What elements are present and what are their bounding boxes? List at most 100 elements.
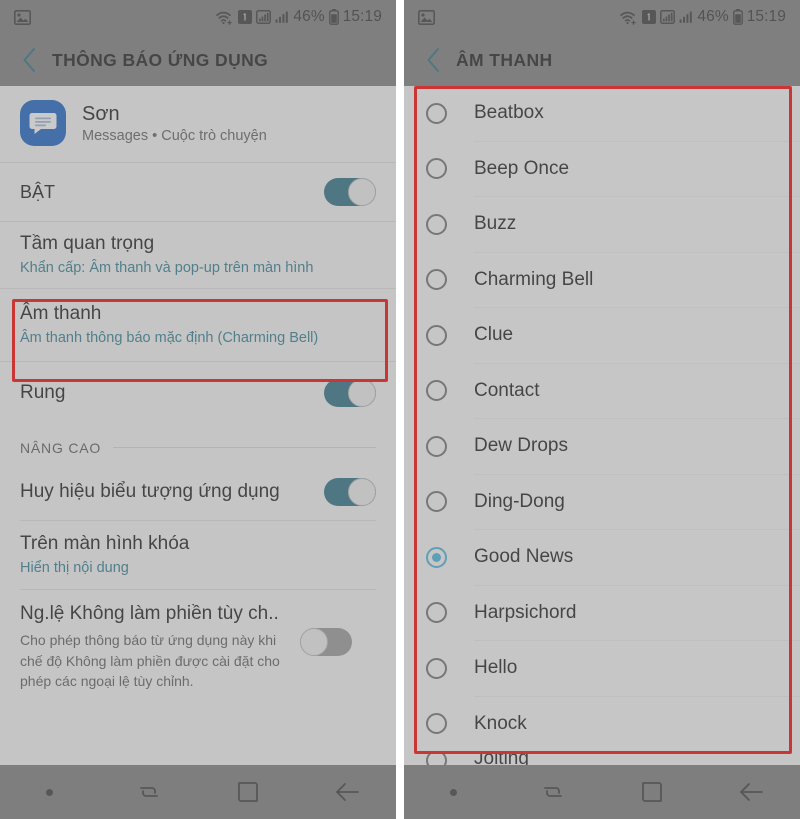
importance-row-texts: Tầm quan trọng Khẩn cấp: Âm thanh và pop… (20, 222, 376, 288)
sim-1-icon (642, 10, 657, 24)
left-phone-screen: 46% 15:19 THÔNG BÁO ỨNG DỤNG Sơn Message… (0, 0, 396, 819)
status-bar-right-left-icons (418, 9, 435, 25)
app-header-row[interactable]: Sơn Messages • Cuộc trò chuyện (0, 86, 396, 162)
vibrate-row-title: Rung (20, 381, 66, 403)
importance-row-subtitle: Khẩn cấp: Âm thanh và pop-up trên màn hì… (20, 259, 314, 276)
status-bar-left: 46% 15:19 (0, 0, 396, 34)
nav-recents[interactable] (99, 765, 198, 819)
sound-item-label: Beep Once (474, 157, 570, 179)
nav-back[interactable] (701, 765, 800, 819)
right-phone-screen: 46% 15:19 ÂM THANH Beatbox Beep Once Buz… (404, 0, 800, 819)
sound-item[interactable]: Ding-Dong (404, 475, 800, 530)
radio-icon[interactable] (426, 491, 447, 513)
dot-icon (46, 788, 53, 796)
nav-home[interactable] (602, 765, 701, 819)
app-icon-badge-texts: Huy hiệu biểu tượng ứng dụng (20, 470, 324, 514)
messages-app-icon (20, 100, 66, 146)
left-content: Sơn Messages • Cuộc trò chuyện BẬT Tầm q… (0, 86, 396, 819)
nav-back[interactable] (297, 765, 396, 819)
sound-row-subtitle: Âm thanh thông báo mặc định (Charming Be… (20, 329, 319, 346)
wifi-icon (215, 10, 234, 25)
nav-home[interactable] (198, 765, 297, 819)
screens-gap (396, 0, 404, 819)
image-icon (14, 9, 31, 25)
home-square-icon (237, 781, 259, 803)
advanced-section-header: NÂNG CAO (0, 424, 396, 464)
status-bar-right: 46% 15:19 (404, 0, 800, 34)
enable-row[interactable]: BẬT (0, 163, 396, 221)
radio-icon[interactable] (426, 269, 447, 291)
radio-icon[interactable] (426, 102, 447, 124)
radio-icon[interactable] (426, 713, 447, 735)
toggle-knob (348, 477, 376, 506)
sound-item[interactable]: Beatbox (404, 86, 800, 141)
chevron-left-icon[interactable] (12, 43, 46, 77)
battery-icon (328, 9, 339, 25)
app-icon-badge-toggle[interactable] (324, 477, 376, 506)
sound-item[interactable]: Clue (404, 308, 800, 363)
app-icon-badge-row[interactable]: Huy hiệu biểu tượng ứng dụng (0, 464, 396, 520)
sound-item[interactable]: Charming Bell (404, 253, 800, 308)
radio-icon[interactable] (426, 602, 447, 624)
sound-item-label: Knock (474, 712, 527, 734)
sound-list: Beatbox Beep Once Buzz Charming Bell Clue Con… (404, 86, 800, 751)
nav-bar-left (0, 765, 396, 819)
dnd-exception-subtitle: Cho phép thông báo từ ứng dụng này khi c… (20, 632, 280, 689)
radio-icon[interactable] (426, 380, 447, 402)
lock-screen-texts: Trên màn hình khóa Hiển thị nội dung (20, 522, 376, 588)
sound-item-label: Harpsichord (474, 601, 577, 623)
sound-row-texts: Âm thanh Âm thanh thông báo mặc định (Ch… (20, 292, 376, 358)
importance-row[interactable]: Tầm quan trọng Khẩn cấp: Âm thanh và pop… (0, 222, 396, 288)
sound-item[interactable]: Knock (404, 697, 800, 752)
dnd-exception-toggle[interactable] (300, 627, 352, 656)
image-icon (418, 9, 435, 25)
toggle-knob (348, 178, 376, 206)
clock-label: 15:19 (342, 8, 382, 25)
radio-icon[interactable] (426, 435, 447, 457)
dnd-exception-row[interactable]: Ng.lệ Không làm phiền tùy ch.. Cho phép … (0, 590, 396, 692)
vibrate-toggle[interactable] (324, 378, 376, 407)
radio-icon[interactable] (426, 324, 447, 346)
importance-row-title: Tầm quan trọng (20, 233, 155, 254)
battery-percent-label: 46% (697, 8, 729, 25)
sound-item[interactable]: Contact (404, 364, 800, 419)
sound-item[interactable]: Buzz (404, 197, 800, 252)
sound-item[interactable]: Hello (404, 641, 800, 696)
dnd-exception-title: Ng.lệ Không làm phiền tùy ch.. (20, 602, 279, 624)
nav-dot[interactable] (404, 765, 503, 819)
sound-item[interactable]: Harpsichord (404, 586, 800, 641)
lock-screen-subtitle: Hiển thị nội dung (20, 559, 129, 576)
battery-icon (732, 9, 743, 25)
signal-bars-boxed-icon (256, 10, 272, 24)
radio-icon[interactable] (426, 657, 447, 679)
sound-item-label: Ding-Dong (474, 490, 565, 512)
nav-recents[interactable] (503, 765, 602, 819)
signal-bars-icon (679, 10, 693, 24)
radio-icon[interactable] (426, 213, 447, 235)
sound-row[interactable]: Âm thanh Âm thanh thông báo mặc định (Ch… (0, 289, 396, 361)
sound-item[interactable]: Good News (404, 530, 800, 585)
status-bar-left-icons (14, 9, 31, 25)
sound-item-label: Contact (474, 379, 540, 401)
radio-icon[interactable] (426, 158, 447, 180)
wifi-icon (619, 10, 638, 25)
status-bar-right-icons: 46% 15:19 (215, 8, 382, 26)
vibrate-row[interactable]: Rung (0, 362, 396, 424)
arrow-left-icon (738, 781, 764, 803)
dnd-exception-texts: Ng.lệ Không làm phiền tùy ch.. Cho phép … (20, 602, 300, 692)
app-subtitle-label: Messages • Cuộc trò chuyện (82, 127, 267, 144)
section-divider-line (113, 447, 376, 449)
radio-selected-icon[interactable] (426, 546, 447, 568)
sound-list-container: Beatbox Beep Once Buzz Charming Bell Clue Con… (404, 86, 800, 819)
sound-item[interactable]: Beep Once (404, 142, 800, 197)
sound-item[interactable]: Dew Drops (404, 419, 800, 474)
signal-bars-boxed-icon (660, 10, 676, 24)
advanced-section-label: NÂNG CAO (20, 439, 102, 456)
enable-toggle[interactable] (324, 178, 376, 206)
screenshot-root: 46% 15:19 THÔNG BÁO ỨNG DỤNG Sơn Message… (0, 0, 800, 819)
sound-item-label: Buzz (474, 213, 517, 235)
nav-dot[interactable] (0, 765, 99, 819)
home-square-icon (641, 781, 663, 803)
chevron-left-icon[interactable] (416, 43, 450, 77)
lock-screen-row[interactable]: Trên màn hình khóa Hiển thị nội dung (0, 521, 396, 589)
